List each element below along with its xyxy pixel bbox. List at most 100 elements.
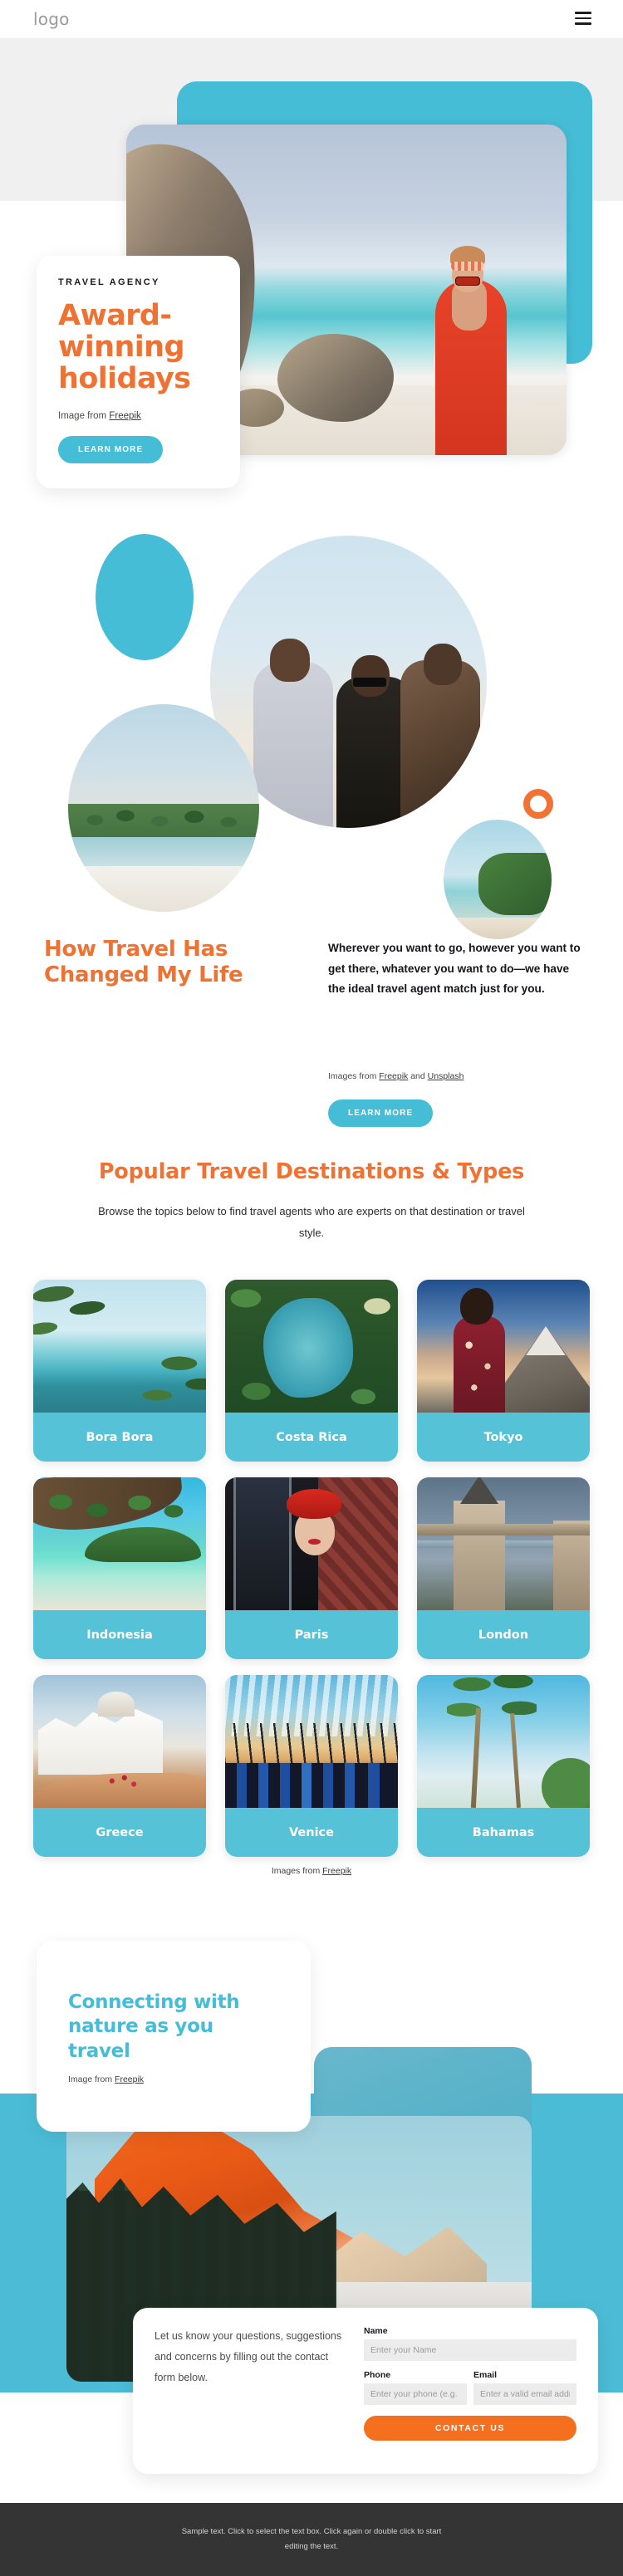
collage-beach-water — [68, 837, 259, 870]
collage-friend-three-head — [424, 644, 462, 685]
destination-card-indonesia[interactable]: Indonesia — [33, 1477, 206, 1659]
nature-credit-link[interactable]: Freepik — [115, 2074, 144, 2084]
collage-beach-foam — [68, 866, 259, 912]
indonesia-island — [85, 1527, 201, 1562]
destinations-row: Greece Venice Bahamas — [33, 1675, 590, 1857]
collage-orange-ring — [523, 789, 553, 819]
how-credit-prefix: Images from — [328, 1071, 380, 1081]
destination-card-tokyo[interactable]: Tokyo — [417, 1280, 590, 1462]
destination-label: Bora Bora — [33, 1413, 206, 1462]
site-footer: Sample text. Click to select the text bo… — [0, 2503, 623, 2576]
destination-card-bahamas[interactable]: Bahamas — [417, 1675, 590, 1857]
destination-card-paris[interactable]: Paris — [225, 1477, 398, 1659]
phone-field-group: Phone — [364, 2370, 467, 2405]
destination-label: Greece — [33, 1808, 206, 1857]
contact-fields-column: Name Phone Email CONTACT US — [364, 2326, 576, 2456]
destination-label: Bahamas — [417, 1808, 590, 1857]
contact-intro-text: Let us know your questions, suggestions … — [155, 2330, 342, 2383]
destinations-credit-link[interactable]: Freepik — [322, 1866, 351, 1876]
paris-red-beret — [287, 1489, 341, 1519]
name-field-label: Name — [364, 2326, 388, 2336]
collage-island-photo — [444, 820, 552, 939]
how-travel-learn-more-button[interactable]: LEARN MORE — [328, 1099, 434, 1127]
contact-us-submit-button[interactable]: CONTACT US — [364, 2416, 576, 2441]
destinations-row: Indonesia Paris London — [33, 1477, 590, 1659]
collage-palm-beach-photo — [68, 704, 259, 912]
how-credit-link-unsplash[interactable]: Unsplash — [428, 1071, 464, 1081]
destination-card-london[interactable]: London — [417, 1477, 590, 1659]
contact-intro-column: Let us know your questions, suggestions … — [155, 2326, 342, 2456]
destination-image-bora-bora — [33, 1280, 206, 1413]
london-bridge-deck — [417, 1524, 590, 1535]
collage-friend-two-sunglasses — [353, 678, 386, 687]
destination-label: London — [417, 1610, 590, 1659]
how-travel-body: Wherever you want to go, however you wan… — [328, 942, 581, 996]
hero-credit-link[interactable]: Freepik — [109, 411, 140, 421]
collage-section — [0, 515, 623, 939]
destination-card-costa-rica[interactable]: Costa Rica — [225, 1280, 398, 1462]
destination-card-greece[interactable]: Greece — [33, 1675, 206, 1857]
hero-eyebrow: TRAVEL AGENCY — [58, 277, 160, 287]
destinations-credit-prefix: Images from — [271, 1866, 323, 1876]
destinations-row: Bora Bora Costa Rica Tokyo — [33, 1280, 590, 1462]
paris-window — [233, 1477, 292, 1610]
destination-card-bora-bora[interactable]: Bora Bora — [33, 1280, 206, 1462]
hero-title: Award-winning holidays — [58, 299, 191, 395]
hamburger-menu-icon[interactable] — [575, 12, 591, 25]
destination-image-indonesia — [33, 1477, 206, 1610]
site-logo[interactable]: logo — [33, 9, 70, 29]
destination-image-venice — [225, 1675, 398, 1808]
how-credit-link-freepik[interactable]: Freepik — [379, 1071, 408, 1081]
destination-card-venice[interactable]: Venice — [225, 1675, 398, 1857]
bahamas-bush — [542, 1758, 590, 1808]
venice-gondolas — [225, 1763, 398, 1808]
phone-email-row: Phone Email — [364, 2370, 576, 2405]
collage-teal-circle — [96, 534, 194, 660]
hero-photo-woman-sunglasses — [455, 277, 480, 286]
destination-image-paris — [225, 1477, 398, 1610]
hamburger-bar — [575, 22, 591, 25]
bahamas-palm-trunk — [510, 1712, 521, 1808]
hero-card: TRAVEL AGENCY Award-winning holidays Ima… — [37, 256, 240, 489]
site-header: logo — [0, 0, 623, 38]
destination-image-greece — [33, 1675, 206, 1808]
destinations-image-credit: Images from Freepik — [0, 1866, 623, 1876]
hamburger-bar — [575, 17, 591, 20]
how-credit-mid: and — [408, 1071, 428, 1081]
destination-image-costa-rica — [225, 1280, 398, 1413]
collage-friend-one-head — [270, 639, 310, 682]
hero-credit-prefix: Image from — [58, 411, 110, 422]
collage-island-sand — [444, 918, 552, 939]
hero-image-credit: Image from Freepik — [58, 411, 218, 421]
destination-label: Indonesia — [33, 1610, 206, 1659]
destination-image-bahamas — [417, 1675, 590, 1808]
email-field-label: Email — [473, 2370, 498, 2380]
hero-learn-more-button[interactable]: LEARN MORE — [58, 436, 164, 464]
london-tower-left — [454, 1501, 505, 1610]
destinations-subtitle: Browse the topics below to find travel a… — [98, 1205, 525, 1240]
contact-form-card: Let us know your questions, suggestions … — [133, 2308, 598, 2474]
destination-image-tokyo — [417, 1280, 590, 1413]
hero-photo-woman-headband — [451, 262, 484, 271]
nature-card: Connecting with nature as you travel Ima… — [37, 1941, 311, 2132]
destinations-grid: Bora Bora Costa Rica Tokyo Indonesia Par… — [33, 1280, 590, 1873]
collage-friend-two-head — [351, 655, 390, 697]
destinations-title: Popular Travel Destinations & Types — [98, 1159, 525, 1184]
email-input[interactable] — [473, 2383, 576, 2405]
nature-title: Connecting with nature as you travel — [68, 1991, 240, 2062]
hamburger-bar — [575, 12, 591, 14]
destinations-heading-block: Popular Travel Destinations & Types Brow… — [0, 1158, 623, 1244]
tokyo-person-head — [460, 1288, 493, 1325]
phone-input[interactable] — [364, 2383, 467, 2405]
destination-label: Tokyo — [417, 1413, 590, 1462]
destination-image-london — [417, 1477, 590, 1610]
collage-island-foliage — [478, 853, 552, 916]
phone-field-label: Phone — [364, 2370, 391, 2380]
name-input[interactable] — [364, 2339, 576, 2361]
email-field-group: Email — [473, 2370, 576, 2405]
collage-friend-one-body — [253, 662, 333, 828]
hero-photo-rock-medium — [277, 334, 394, 422]
paris-woman-lips — [308, 1539, 321, 1545]
footer-sample-text[interactable]: Sample text. Click to select the text bo… — [174, 2525, 449, 2554]
nature-credit-prefix: Image from — [68, 2074, 115, 2085]
